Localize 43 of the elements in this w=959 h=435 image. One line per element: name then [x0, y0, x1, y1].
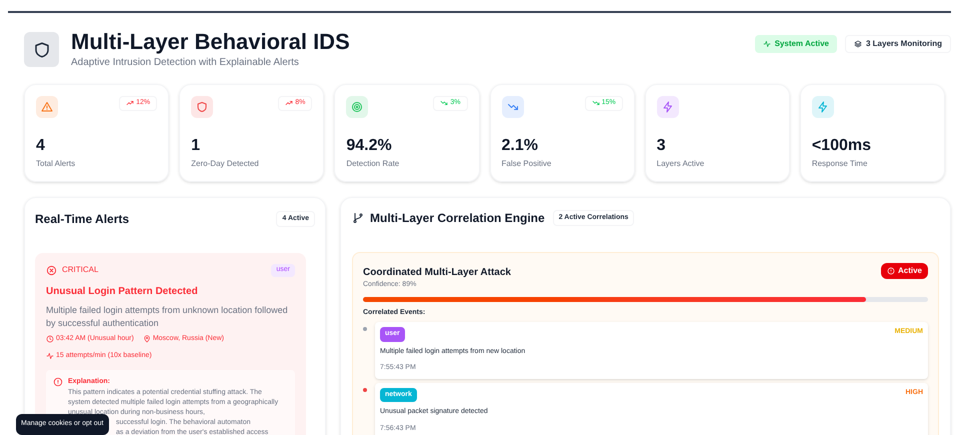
stat-label: Response Time [812, 158, 868, 170]
stat-value: <100ms [812, 136, 872, 156]
pulse-icon [46, 352, 54, 360]
alert-title: Unusual Login Pattern Detected [46, 284, 199, 298]
layers-icon [854, 40, 862, 48]
trend-down-icon [440, 99, 448, 108]
stat-label: False Positive [502, 158, 552, 170]
info-icon [53, 376, 63, 386]
clock-icon [46, 334, 54, 343]
bolt-icon [816, 101, 829, 113]
stat-value: 94.2% [346, 136, 393, 156]
shield-icon [32, 40, 50, 58]
trend-up-icon [126, 99, 134, 108]
location-pin-icon [142, 334, 151, 343]
panel-title: Multi-Layer Correlation Engine [370, 210, 545, 227]
layers-badge: 3 Layers Monitoring [844, 35, 951, 53]
trend-down-icon [506, 101, 518, 113]
stat-label: Layers Active [656, 158, 706, 170]
pulse-icon [762, 40, 771, 48]
warning-icon [41, 101, 53, 113]
app-subtitle: Adaptive Intrusion Detection with Explainable Alerts [71, 56, 300, 70]
branch-icon [352, 212, 364, 224]
stat-label: Detection Rate [346, 158, 400, 170]
stat-label: Total Alerts [36, 158, 76, 170]
panel-title: Real-Time Alerts [35, 211, 130, 228]
app-title: Multi-Layer Behavioral IDS [71, 29, 350, 55]
error-icon [46, 264, 57, 276]
alert-description: Multiple failed login attempts from unknown location followed by successful authentication [46, 304, 289, 330]
target-icon [351, 101, 364, 113]
trend-down-icon [592, 99, 600, 108]
alert-circle-icon [886, 267, 895, 275]
bolt-icon [662, 101, 674, 113]
status-badge: Active [880, 263, 928, 279]
correlation-title: Coordinated Multi-Layer Attack [363, 266, 511, 280]
trend-up-icon [285, 99, 294, 108]
stat-value: 2.1% [502, 136, 539, 156]
status-badge: System Active [754, 35, 837, 53]
stat-label: Zero-Day Detected [191, 158, 260, 170]
stat-value: 3 [656, 136, 667, 156]
stat-value: 4 [36, 136, 46, 156]
shield-icon [196, 101, 208, 113]
stat-value: 1 [191, 136, 202, 156]
severity-label: CRITICAL [62, 264, 98, 276]
